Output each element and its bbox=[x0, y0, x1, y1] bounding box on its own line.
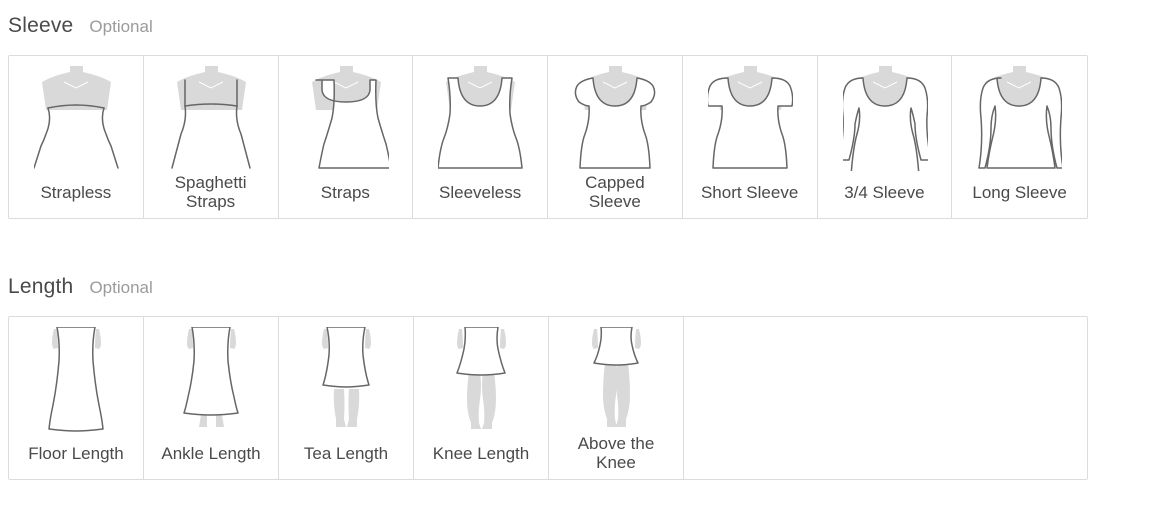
length-option-label: Floor Length bbox=[28, 443, 124, 463]
sleeve-option-label: Capped Sleeve bbox=[585, 173, 645, 211]
length-option-label: Above the Knee bbox=[577, 434, 655, 472]
length-option-ankle-length[interactable]: Ankle Length bbox=[144, 317, 279, 479]
length-option-label: Ankle Length bbox=[161, 443, 261, 463]
sleeve-option-sleeveless[interactable]: Sleeveless bbox=[413, 56, 548, 218]
sleeve-section: Sleeve Optional Strapless Spaghetti Stra… bbox=[8, 14, 1088, 219]
sleeve-option-label: 3/4 Sleeve bbox=[844, 182, 925, 202]
three-quarter-sleeve-icon bbox=[842, 66, 928, 171]
sleeve-option-long-sleeve[interactable]: Long Sleeve bbox=[952, 56, 1087, 218]
length-option-label: Knee Length bbox=[432, 443, 530, 463]
sleeve-option-label: Spaghetti Straps bbox=[174, 173, 247, 211]
length-option-label: Tea Length bbox=[303, 443, 389, 463]
sleeve-option-short-sleeve[interactable]: Short Sleeve bbox=[683, 56, 818, 218]
sleeve-option-label: Short Sleeve bbox=[700, 182, 799, 202]
sleeve-option-label: Straps bbox=[320, 182, 370, 202]
ankle-length-icon bbox=[183, 327, 239, 427]
floor-length-icon bbox=[48, 327, 104, 432]
length-option-above-the-knee[interactable]: Above the Knee bbox=[549, 317, 684, 479]
sleeve-option-label: Strapless bbox=[40, 182, 112, 202]
sleeveless-icon bbox=[438, 66, 523, 169]
length-optional-tag: Optional bbox=[89, 278, 153, 297]
sleeve-optional-tag: Optional bbox=[89, 17, 153, 36]
sleeve-option-spaghetti-straps[interactable]: Spaghetti Straps bbox=[144, 56, 279, 218]
sleeve-title: Sleeve bbox=[8, 14, 74, 37]
straps-icon bbox=[311, 66, 389, 169]
sleeve-option-strapless[interactable]: Strapless bbox=[9, 56, 144, 218]
spaghetti-straps-icon bbox=[171, 66, 251, 169]
sleeve-option-three-quarter-sleeve[interactable]: 3/4 Sleeve bbox=[818, 56, 953, 218]
sleeve-heading: Sleeve Optional bbox=[8, 14, 1088, 42]
length-option-knee-length[interactable]: Knee Length bbox=[414, 317, 549, 479]
length-title: Length bbox=[8, 275, 74, 298]
short-sleeve-icon bbox=[707, 66, 793, 169]
knee-length-icon bbox=[456, 327, 506, 429]
length-options-grid: Floor Length Ankle Length Tea Length Kne… bbox=[8, 316, 1088, 480]
length-option-floor-length[interactable]: Floor Length bbox=[9, 317, 144, 479]
tea-length-icon bbox=[322, 327, 371, 427]
sleeve-option-straps[interactable]: Straps bbox=[279, 56, 414, 218]
sleeve-option-label: Sleeveless bbox=[439, 182, 522, 202]
sleeve-option-label: Long Sleeve bbox=[972, 182, 1067, 202]
length-option-tea-length[interactable]: Tea Length bbox=[279, 317, 414, 479]
capped-sleeve-icon bbox=[574, 66, 656, 169]
sleeve-options-grid: Strapless Spaghetti Straps Straps Sleeve… bbox=[8, 55, 1088, 219]
long-sleeve-icon bbox=[978, 66, 1063, 169]
sleeve-option-capped-sleeve[interactable]: Capped Sleeve bbox=[548, 56, 683, 218]
length-heading: Length Optional bbox=[8, 275, 1088, 303]
strapless-icon bbox=[34, 66, 119, 169]
length-section: Length Optional Floor Length Ankle Lengt… bbox=[8, 275, 1088, 480]
above-the-knee-icon bbox=[592, 327, 641, 427]
